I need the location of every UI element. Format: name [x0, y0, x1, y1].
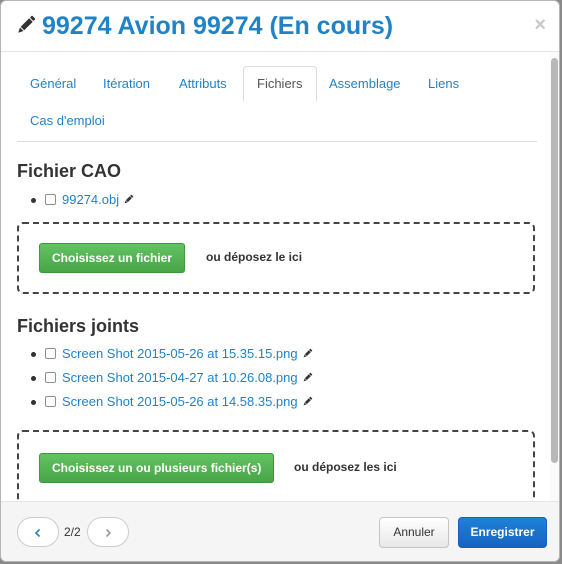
part-modal: 99274 Avion 99274 (En cours) × Général I… — [0, 0, 560, 562]
drop-hint: ou déposez les ici — [294, 460, 397, 474]
file-checkbox[interactable] — [45, 396, 56, 407]
pencil-icon[interactable] — [302, 372, 313, 383]
file-name[interactable]: Screen Shot 2015-05-26 at 14.58.35.png — [62, 394, 298, 409]
modal-footer: 2/2 Annuler Enregistrer — [1, 501, 559, 561]
bullet — [31, 376, 36, 381]
file-link[interactable]: Screen Shot 2015-05-26 at 14.58.35.png — [62, 390, 313, 414]
previous-button[interactable] — [17, 517, 59, 547]
cancel-button[interactable]: Annuler — [379, 517, 449, 548]
save-button[interactable]: Enregistrer — [458, 517, 547, 548]
cad-dropzone[interactable]: Choisissez un fichier ou déposez le ici — [17, 222, 535, 294]
file-name[interactable]: Screen Shot 2015-05-26 at 15.35.15.png — [62, 346, 298, 361]
chevron-left-icon — [34, 528, 41, 538]
scrollbar-thumb[interactable] — [551, 58, 558, 463]
tab-general[interactable]: Général — [17, 66, 89, 102]
scrollbar[interactable] — [550, 52, 559, 501]
file-checkbox[interactable] — [45, 194, 56, 205]
tab-bar: Général Itération Attributs Fichiers Ass… — [17, 66, 537, 142]
tab-links[interactable]: Liens — [415, 66, 472, 102]
tab-where-used[interactable]: Cas d'emploi — [17, 103, 118, 139]
tab-iteration[interactable]: Itération — [90, 66, 163, 102]
tab-attributes[interactable]: Attributs — [166, 66, 240, 102]
chevron-right-icon — [105, 528, 112, 538]
modal-header: 99274 Avion 99274 (En cours) × — [1, 1, 559, 52]
pager-indicator: 2/2 — [64, 525, 81, 539]
file-link[interactable]: 99274.obj — [62, 188, 134, 212]
file-link[interactable]: Screen Shot 2015-05-26 at 15.35.15.png — [62, 342, 313, 366]
bullet — [31, 352, 36, 357]
modal-body: Général Itération Attributs Fichiers Ass… — [1, 52, 550, 501]
bullet — [31, 400, 36, 405]
pencil-icon[interactable] — [123, 194, 134, 205]
choose-file-button[interactable]: Choisissez un fichier — [39, 243, 186, 273]
file-checkbox[interactable] — [45, 348, 56, 359]
modal-title: 99274 Avion 99274 (En cours) — [42, 12, 394, 40]
attachments-dropzone[interactable]: Choisissez un ou plusieurs fichier(s) ou… — [17, 430, 535, 501]
pencil-icon[interactable] — [302, 396, 313, 407]
file-name[interactable]: 99274.obj — [62, 192, 119, 207]
tab-assembly[interactable]: Assemblage — [316, 66, 414, 102]
next-button[interactable] — [87, 517, 129, 547]
bullet — [31, 198, 36, 203]
attached-section-title: Fichiers joints — [17, 316, 140, 336]
pencil-icon[interactable] — [302, 348, 313, 359]
drop-hint: ou déposez le ici — [206, 250, 303, 264]
choose-files-button[interactable]: Choisissez un ou plusieurs fichier(s) — [39, 453, 275, 483]
close-icon[interactable]: × — [534, 15, 546, 35]
file-name[interactable]: Screen Shot 2015-04-27 at 10.26.08.png — [62, 370, 298, 385]
file-checkbox[interactable] — [45, 372, 56, 383]
pencil-icon — [18, 15, 36, 33]
file-link[interactable]: Screen Shot 2015-04-27 at 10.26.08.png — [62, 366, 313, 390]
cad-section-title: Fichier CAO — [17, 161, 122, 181]
tab-files[interactable]: Fichiers — [243, 66, 317, 102]
